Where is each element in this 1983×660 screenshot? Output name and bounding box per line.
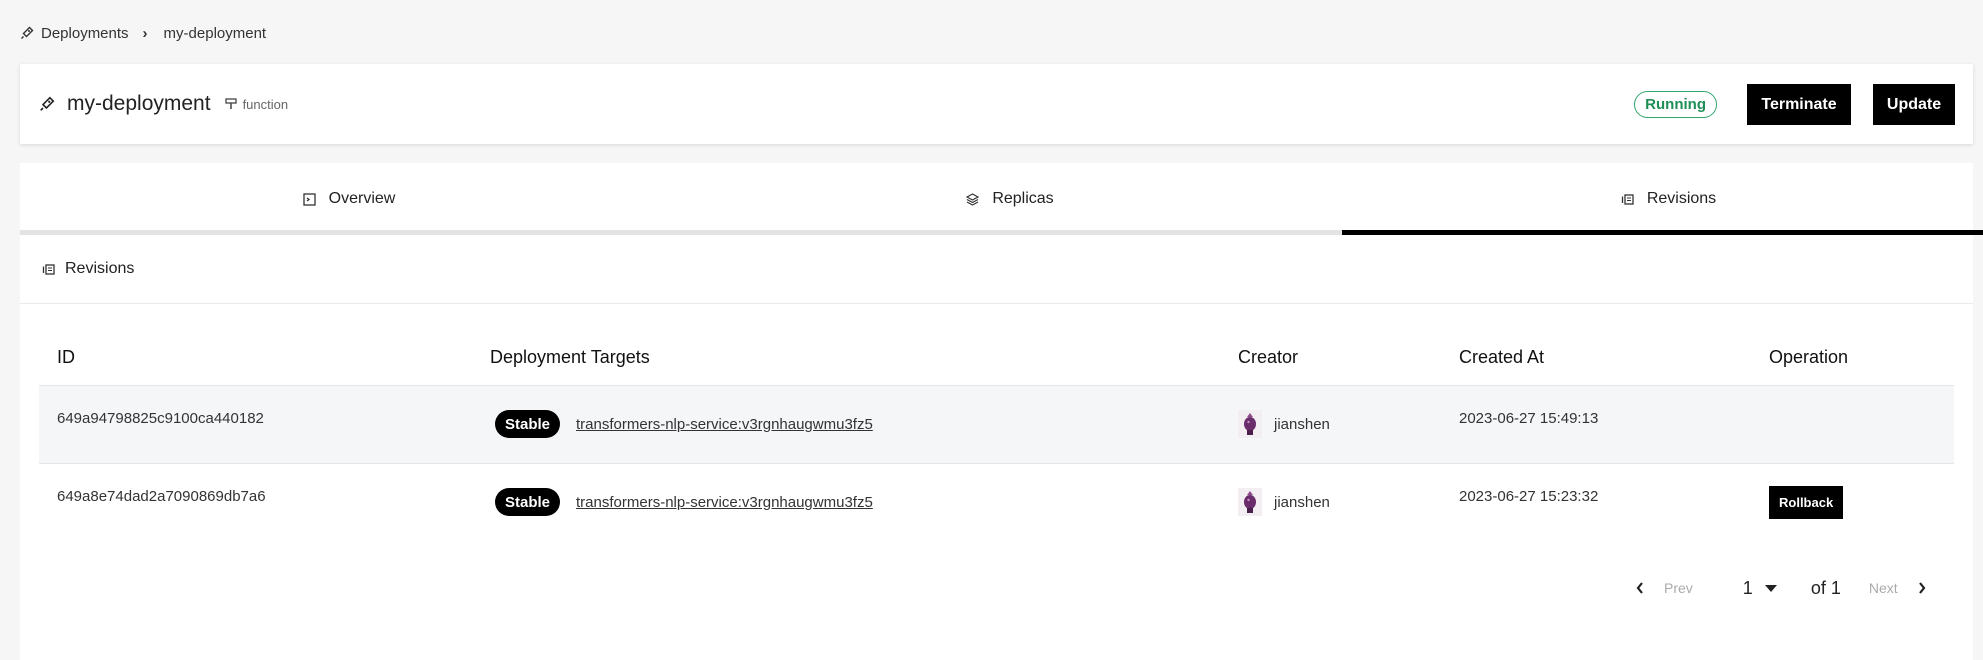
- breadcrumb-deployments-link[interactable]: Deployments: [41, 25, 129, 42]
- status-badge: Running: [1634, 91, 1717, 118]
- revision-id-cell: 649a8e74dad2a7090869db7a6: [39, 463, 472, 541]
- deployment-header: my-deployment function Running Terminate…: [20, 64, 1973, 144]
- chevron-right-icon[interactable]: [1914, 580, 1930, 596]
- tab-overview[interactable]: Overview: [20, 163, 678, 235]
- chevron-left-icon[interactable]: [1632, 580, 1648, 596]
- creator-name: jianshen: [1274, 493, 1330, 511]
- table-row: 649a8e74dad2a7090869db7a6 Stable transfo…: [39, 463, 1954, 541]
- section-title: Revisions: [65, 260, 135, 277]
- column-header-deployment-targets[interactable]: Deployment Targets: [472, 330, 1220, 386]
- rocket-icon: [39, 96, 55, 112]
- update-button[interactable]: Update: [1873, 84, 1955, 125]
- page: Deployments › my-deployment my-deploymen…: [0, 0, 1983, 660]
- revisions-panel: Revisions ID Deployment Targets Creator …: [20, 235, 1973, 660]
- table-header-row: ID Deployment Targets Creator Created At…: [39, 330, 1954, 386]
- target-link[interactable]: transformers-nlp-service:v3rgnhaugwmu3fz…: [576, 416, 873, 433]
- header-actions: Running Terminate Update: [1634, 84, 1955, 125]
- deployment-target: Stable transformers-nlp-service:v3rgnhau…: [490, 410, 1220, 438]
- function-icon: [224, 98, 237, 110]
- history-icon: [1621, 193, 1634, 206]
- revision-id: 649a94798825c9100ca440182: [57, 409, 264, 427]
- layers-icon: [966, 192, 980, 206]
- deployment-kind: function: [224, 96, 289, 112]
- page-title: my-deployment: [67, 92, 211, 115]
- revision-id: 649a8e74dad2a7090869db7a6: [57, 487, 266, 505]
- creator: jianshen: [1238, 410, 1441, 438]
- operation-cell: Rollback: [1751, 463, 1954, 541]
- prev-button[interactable]: Prev: [1664, 580, 1693, 596]
- avatar-icon: [1238, 488, 1262, 517]
- column-header-creator[interactable]: Creator: [1220, 330, 1441, 386]
- created-at-cell: 2023-06-27 15:49:13: [1441, 385, 1751, 464]
- deployment-target-cell: Stable transformers-nlp-service:v3rgnhau…: [472, 385, 1220, 464]
- page-select[interactable]: 1: [1743, 578, 1753, 599]
- tab-replicas[interactable]: Replicas: [678, 163, 1342, 235]
- stable-badge: Stable: [495, 410, 561, 438]
- terminate-button[interactable]: Terminate: [1747, 84, 1851, 125]
- tab-overview-label: Overview: [328, 190, 396, 207]
- created-at-cell: 2023-06-27 15:23:32: [1441, 463, 1751, 541]
- revisions-table: ID Deployment Targets Creator Created At…: [39, 330, 1954, 541]
- column-header-id[interactable]: ID: [39, 330, 472, 386]
- column-header-created-at[interactable]: Created At: [1441, 330, 1751, 386]
- breadcrumb: Deployments › my-deployment: [20, 22, 266, 44]
- tab-revisions[interactable]: Revisions: [1342, 163, 1983, 235]
- column-header-operation[interactable]: Operation: [1751, 330, 1954, 386]
- stable-badge: Stable: [495, 488, 561, 517]
- creator: jianshen: [1238, 488, 1441, 517]
- created-at: 2023-06-27 15:23:32: [1459, 487, 1599, 505]
- creator-name: jianshen: [1274, 415, 1330, 433]
- creator-cell: jianshen: [1220, 463, 1441, 541]
- deployment-target-cell: Stable transformers-nlp-service:v3rgnhau…: [472, 463, 1220, 541]
- history-icon: [42, 263, 55, 276]
- created-at: 2023-06-27 15:49:13: [1459, 409, 1599, 427]
- chevron-down-icon[interactable]: [1763, 581, 1779, 595]
- revision-id-cell: 649a94798825c9100ca440182: [39, 385, 472, 464]
- breadcrumb-current: my-deployment: [163, 24, 267, 42]
- tab-revisions-label: Revisions: [1646, 190, 1717, 207]
- pagination: Prev 1 of 1 Next: [1632, 573, 1930, 603]
- creator-cell: jianshen: [1220, 385, 1441, 464]
- section-header: Revisions: [20, 235, 1973, 304]
- deployment-kind-label: function: [242, 96, 289, 112]
- table-row: 649a94798825c9100ca440182 Stable transfo…: [39, 385, 1954, 464]
- tab-replicas-label: Replicas: [992, 190, 1054, 207]
- next-button[interactable]: Next: [1869, 580, 1898, 596]
- target-link[interactable]: transformers-nlp-service:v3rgnhaugwmu3fz…: [576, 494, 873, 511]
- rocket-icon: [20, 26, 34, 40]
- chevron-right-icon: ›: [142, 24, 148, 42]
- page-count: of 1: [1810, 577, 1841, 598]
- overview-icon: [303, 192, 316, 206]
- operation-cell: [1751, 385, 1954, 464]
- rollback-button[interactable]: Rollback: [1769, 485, 1844, 519]
- tab-bar: Overview Replicas Revisions: [20, 163, 1983, 235]
- avatar-icon: [1238, 410, 1262, 438]
- deployment-target: Stable transformers-nlp-service:v3rgnhau…: [490, 488, 1220, 517]
